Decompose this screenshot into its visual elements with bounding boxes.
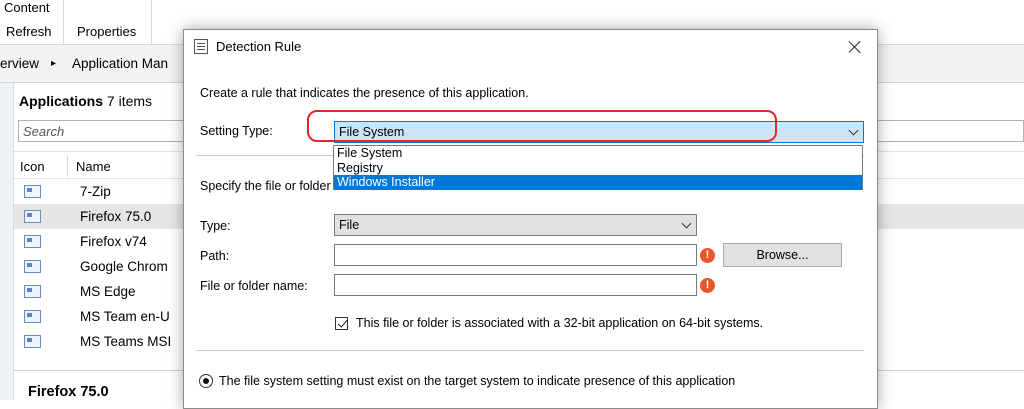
- type-value: File: [339, 218, 360, 232]
- application-name: 7-Zip: [80, 184, 111, 199]
- path-input[interactable]: [334, 244, 697, 266]
- refresh-button[interactable]: Refresh: [6, 24, 52, 39]
- item-count: 7 items: [106, 93, 153, 109]
- ribbon-group-left: Content Refresh: [0, 0, 64, 44]
- column-header-icon[interactable]: Icon: [20, 159, 45, 174]
- chevron-down-icon: [848, 125, 859, 136]
- application-icon: [24, 310, 41, 323]
- list-title-text: Applications: [19, 93, 104, 109]
- application-name: MS Edge: [80, 284, 136, 299]
- browse-button[interactable]: Browse...: [723, 243, 842, 267]
- setting-type-options-list: File System Registry Windows Installer: [333, 145, 863, 190]
- application-icon: [24, 335, 41, 348]
- properties-button[interactable]: Properties: [77, 24, 136, 39]
- navigation-pane-edge[interactable]: [0, 83, 14, 400]
- breadcrumb-overview[interactable]: erview: [0, 56, 39, 71]
- type-label: Type:: [200, 219, 231, 233]
- 32bit-checkbox-label[interactable]: This file or folder is associated with a…: [356, 316, 763, 330]
- annotation-highlight: [307, 110, 777, 142]
- content-button[interactable]: Content: [4, 0, 50, 15]
- application-icon: [24, 235, 41, 248]
- path-label: Path:: [200, 249, 230, 263]
- detection-rule-dialog: Detection Rule Create a rule that indica…: [183, 29, 878, 409]
- option-file-system[interactable]: File System: [334, 146, 862, 161]
- details-title: Firefox 75.0: [28, 384, 109, 400]
- column-separator[interactable]: [67, 155, 68, 177]
- name-error-icon: !: [700, 278, 715, 293]
- type-dropdown[interactable]: File: [334, 214, 697, 236]
- application-icon: [24, 285, 41, 298]
- option-windows-installer[interactable]: Windows Installer: [334, 175, 862, 190]
- application-name: MS Team en-U: [80, 309, 170, 324]
- path-error-icon: !: [700, 248, 715, 263]
- chevron-down-icon: [681, 218, 692, 229]
- exist-radio-label[interactable]: The file system setting must exist on th…: [219, 374, 735, 388]
- exist-radio[interactable]: [199, 374, 213, 388]
- application-icon: [24, 185, 41, 198]
- application-name: Firefox v74: [80, 234, 147, 249]
- file-folder-name-input[interactable]: [334, 274, 697, 296]
- ribbon-group-properties: Properties: [64, 0, 152, 44]
- breadcrumb-application-management[interactable]: Application Man: [72, 56, 168, 71]
- application-icon: [24, 260, 41, 273]
- close-icon[interactable]: [833, 30, 877, 63]
- search-placeholder: Search: [23, 124, 65, 139]
- option-registry[interactable]: Registry: [334, 161, 862, 176]
- application-name: Firefox 75.0: [80, 209, 152, 224]
- breadcrumb-separator-icon: ▸: [51, 58, 57, 69]
- specify-text: Specify the file or folder t: [200, 179, 338, 193]
- dialog-document-icon: [194, 39, 208, 54]
- dialog-title: Detection Rule: [216, 39, 302, 54]
- instruction-text: Create a rule that indicates the presenc…: [200, 86, 529, 100]
- list-title: Applications 7 items: [19, 93, 152, 109]
- application-icon: [24, 210, 41, 223]
- application-name: Google Chrom: [80, 259, 168, 274]
- column-header-name[interactable]: Name: [76, 159, 111, 174]
- file-folder-name-label: File or folder name:: [200, 279, 308, 293]
- application-name: MS Teams MSI: [80, 334, 172, 349]
- dialog-divider: [196, 350, 864, 351]
- dialog-titlebar[interactable]: Detection Rule: [184, 30, 877, 63]
- setting-type-label: Setting Type:: [200, 124, 273, 138]
- 32bit-checkbox[interactable]: [335, 317, 348, 330]
